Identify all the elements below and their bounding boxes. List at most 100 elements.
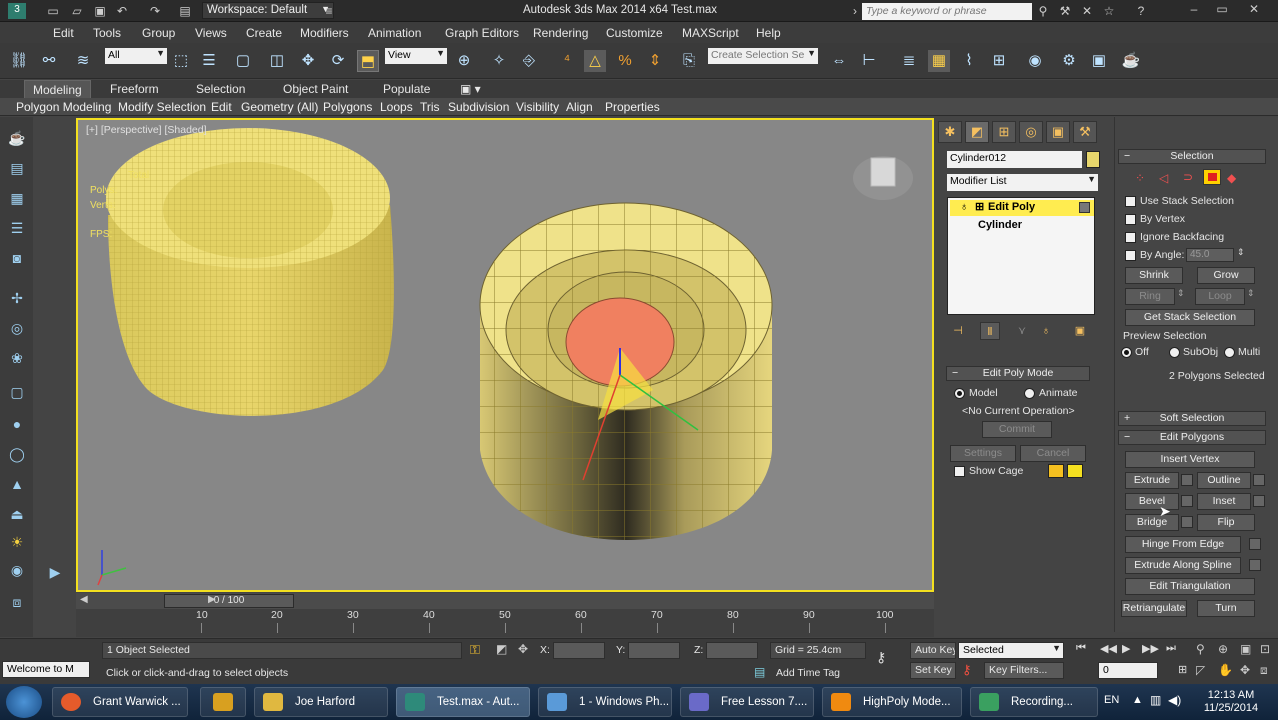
menu-group[interactable]: Group <box>142 26 175 40</box>
teapot-icon[interactable]: ☕ <box>6 127 28 149</box>
taskbar-item-video[interactable]: Free Lesson 7.... <box>680 687 814 717</box>
extrude-along-spline-settings-icon[interactable] <box>1249 559 1261 571</box>
retriangulate-button[interactable]: Retriangulate <box>1121 600 1187 617</box>
window-crossing-icon[interactable]: ◫ <box>266 50 288 72</box>
selection-filter-dropdown[interactable]: All ▼ <box>105 48 167 64</box>
flip-button[interactable]: Flip <box>1197 514 1255 531</box>
commit-button[interactable]: Commit <box>982 421 1052 438</box>
show-end-result-icon[interactable]: Ⅱ <box>980 322 1000 340</box>
mirror-icon[interactable]: ⇔ <box>828 50 850 72</box>
set-key-button[interactable]: Set Key <box>910 662 956 679</box>
menu-create[interactable]: Create <box>246 26 282 40</box>
bridge-settings-icon[interactable] <box>1181 516 1193 528</box>
ribbon-properties[interactable]: Properties <box>605 100 660 114</box>
edit-triangulation-button[interactable]: Edit Triangulation <box>1125 578 1255 595</box>
subscription-icon[interactable]: ⚒ <box>1058 4 1072 18</box>
settings-button[interactable]: Settings <box>950 445 1016 462</box>
maxscript-listener-field[interactable]: Welcome to M <box>2 661 90 678</box>
grid-plane-icon[interactable]: ⧈ <box>6 591 28 613</box>
selection-rollout[interactable]: − Selection <box>1118 149 1266 164</box>
edge-mode-icon[interactable]: ◁ <box>1159 171 1168 185</box>
menu-animation[interactable]: Animation <box>368 26 421 40</box>
preview-multi-radio[interactable] <box>1224 347 1235 358</box>
menu-edit[interactable]: Edit <box>53 26 74 40</box>
menu-help[interactable]: Help <box>756 26 781 40</box>
by-angle-checkbox[interactable] <box>1125 250 1136 261</box>
key-mode-dropdown[interactable]: Selected ▼ <box>958 642 1064 659</box>
material-editor-icon[interactable]: ◉ <box>1024 50 1046 72</box>
ribbon-tris[interactable]: Tris <box>420 100 440 114</box>
layer-manager-icon[interactable]: ≣ <box>898 50 920 72</box>
motion-tab-icon[interactable]: ◎ <box>1019 121 1043 143</box>
tab-freeform[interactable]: Freeform <box>102 80 167 98</box>
edit-poly-mode-rollout[interactable]: − Edit Poly Mode <box>946 366 1090 381</box>
animate-radio[interactable] <box>1024 388 1035 399</box>
undo-icon[interactable]: ↶ <box>115 4 129 18</box>
display-tab-icon[interactable]: ▣ <box>1046 121 1070 143</box>
make-unique-icon[interactable]: ⋎ <box>1012 322 1032 340</box>
by-vertex-checkbox[interactable] <box>1125 214 1136 225</box>
time-configuration-icon[interactable]: ⊞ <box>1178 663 1187 676</box>
start-button[interactable] <box>6 686 42 718</box>
lightbulb-icon[interactable]: ♁ <box>960 201 968 213</box>
render-production-icon[interactable]: ☕ <box>1120 50 1142 72</box>
hierarchy-tab-icon[interactable]: ⊞ <box>992 121 1016 143</box>
sun-icon[interactable]: ☀ <box>6 531 28 553</box>
percent-snap-icon[interactable]: % <box>614 50 636 72</box>
taskbar-item-recorder[interactable]: Recording... <box>970 687 1098 717</box>
ring-button[interactable]: Ring <box>1125 288 1175 305</box>
tab-modeling[interactable]: Modeling <box>24 80 91 98</box>
next-frame-icon[interactable]: ▶▶ <box>1142 642 1159 655</box>
camera-icon[interactable]: ◙ <box>6 247 28 269</box>
project-folder-icon[interactable]: ▤ <box>178 4 192 18</box>
menu-rendering[interactable]: Rendering <box>533 26 588 40</box>
close-button[interactable]: ✕ <box>1240 0 1268 20</box>
play-icon[interactable]: ▶ <box>1122 642 1130 655</box>
workspace-dropdown[interactable]: Workspace: Default ▼ <box>202 2 334 19</box>
auto-key-button[interactable]: Auto Key <box>910 642 956 659</box>
get-stack-selection-button[interactable]: Get Stack Selection <box>1125 309 1255 326</box>
app-logo-icon[interactable]: 3 <box>8 3 26 19</box>
extrude-settings-icon[interactable] <box>1181 474 1193 486</box>
orbit-icon[interactable]: ✥ <box>1240 663 1250 677</box>
rotate-icon[interactable]: ⟳ <box>327 50 349 72</box>
select-object-icon[interactable]: ⬚ <box>170 50 192 72</box>
relative-mode-icon[interactable]: ◩ <box>496 642 507 656</box>
binoculars-icon[interactable]: ⚲ <box>1036 4 1050 18</box>
spinner-arrows-icon[interactable]: ⇕ <box>1237 247 1245 258</box>
edit-named-selection-icon[interactable]: ⎘ <box>678 50 700 72</box>
ribbon-polygon-modeling[interactable]: Polygon Modeling <box>16 100 111 114</box>
reference-coordinate-dropdown[interactable]: View ▼ <box>385 48 447 64</box>
angle-spinner[interactable]: 45.0 <box>1186 248 1234 262</box>
stack-item-cylinder[interactable]: Cylinder <box>978 219 1022 231</box>
menu-graph-editors[interactable]: Graph Editors <box>445 26 519 40</box>
outline-settings-icon[interactable] <box>1253 474 1265 486</box>
show-cage-checkbox[interactable] <box>954 466 965 477</box>
unlink-icon[interactable]: ⚯ <box>38 50 60 72</box>
selected-cage-color-swatch[interactable] <box>1067 464 1083 478</box>
extrude-along-spline-button[interactable]: Extrude Along Spline <box>1125 557 1241 574</box>
selection-lock-icon[interactable]: ⚿ <box>470 642 480 658</box>
pin-stack-icon[interactable]: ⊣ <box>948 322 968 340</box>
vertex-mode-icon[interactable]: ⁘ <box>1135 171 1145 185</box>
inset-settings-icon[interactable] <box>1253 495 1265 507</box>
maximize-viewport-icon[interactable]: ⧈ <box>1260 663 1268 678</box>
menu-views[interactable]: Views <box>195 26 227 40</box>
tab-populate[interactable]: Populate <box>375 80 438 98</box>
modify-tab-icon[interactable]: ◩ <box>965 121 989 143</box>
ribbon-options-icon[interactable]: ▣ ▾ <box>452 80 489 98</box>
grow-button[interactable]: Grow <box>1197 267 1255 284</box>
set-key-icon[interactable]: ⚷ <box>962 662 972 678</box>
move-icon[interactable]: ✥ <box>297 50 319 72</box>
search-input[interactable]: Type a keyword or phrase <box>862 3 1032 20</box>
edit-polygons-rollout[interactable]: − Edit Polygons <box>1118 430 1266 445</box>
omni-light-icon[interactable]: ◉ <box>6 559 28 581</box>
extrude-button[interactable]: Extrude <box>1125 472 1179 489</box>
taskbar-item-vlc[interactable]: HighPoly Mode... <box>822 687 962 717</box>
ribbon-visibility[interactable]: Visibility <box>516 100 559 114</box>
key-filters-button[interactable]: Key Filters... <box>984 662 1064 679</box>
scene-explorer-icon[interactable]: ▤ <box>6 157 28 179</box>
sphere-icon[interactable]: ● <box>6 413 28 435</box>
preview-subobj-radio[interactable] <box>1169 347 1180 358</box>
ribbon-toggle-icon[interactable]: ▦ <box>928 50 950 72</box>
